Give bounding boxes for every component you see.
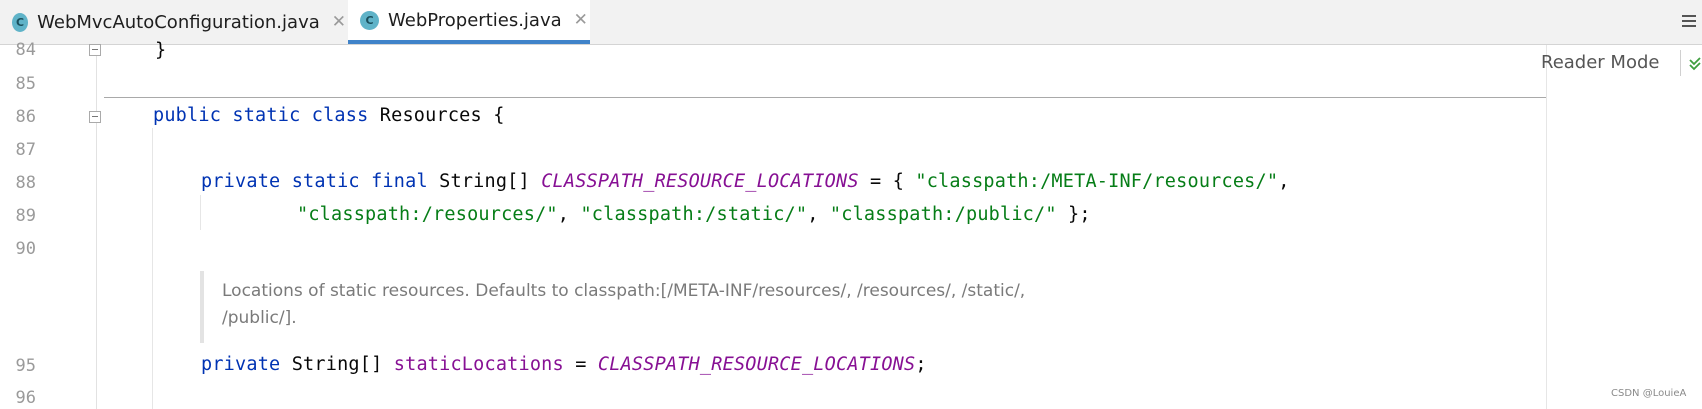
- brace: };: [1068, 204, 1091, 225]
- keyword: static: [291, 171, 360, 192]
- constant: CLASSPATH_RESOURCE_LOCATIONS: [541, 171, 859, 192]
- java-class-icon: C: [12, 12, 29, 32]
- line-number: 96: [15, 388, 36, 408]
- fold-toggle-icon[interactable]: [89, 44, 101, 56]
- tab-label: WebMvcAutoConfiguration.java: [37, 11, 320, 33]
- line-number: 95: [15, 356, 36, 376]
- method-separator: [104, 97, 1546, 98]
- tab-label: WebProperties.java: [388, 9, 562, 31]
- close-icon[interactable]: ✕: [332, 13, 346, 31]
- line-number: 90: [15, 239, 36, 259]
- code-line-95[interactable]: private String[] staticLocations = CLASS…: [201, 354, 927, 375]
- operator: = {: [870, 171, 905, 192]
- type: String[]: [291, 354, 383, 375]
- fold-toggle-icon[interactable]: [89, 111, 101, 123]
- comma: ,: [557, 204, 570, 225]
- line-number: 86: [15, 107, 36, 127]
- line-number: 87: [15, 140, 36, 160]
- keyword: private: [201, 171, 281, 192]
- reader-mode-button[interactable]: Reader Mode: [1541, 52, 1659, 73]
- class-name: Resources: [379, 105, 482, 126]
- operator: =: [575, 354, 587, 375]
- java-class-icon: C: [360, 10, 379, 30]
- check-icon[interactable]: [1688, 55, 1702, 71]
- tab-menu-icon[interactable]: [1682, 12, 1696, 30]
- string-literal: "classpath:/public/": [829, 204, 1057, 225]
- editor-gutter: [0, 45, 96, 409]
- string-literal: "classpath:/resources/": [297, 204, 558, 225]
- gutter-divider: [96, 45, 97, 409]
- keyword: static: [232, 105, 301, 126]
- line-number: 84: [15, 40, 36, 60]
- keyword: class: [311, 105, 369, 126]
- string-literal: "classpath:/static/": [580, 204, 808, 225]
- comma: ,: [807, 204, 819, 225]
- brace: {: [493, 105, 505, 126]
- constant: CLASSPATH_RESOURCE_LOCATIONS: [597, 354, 916, 375]
- brace: }: [155, 40, 167, 61]
- code-line-84[interactable]: }: [155, 40, 166, 61]
- doc-comment-line: /public/].: [222, 308, 297, 328]
- tab-webmvcautoconfiguration[interactable]: C WebMvcAutoConfiguration.java ✕: [0, 0, 346, 44]
- code-line-89[interactable]: "classpath:/resources/", "classpath:/sta…: [297, 204, 1091, 225]
- field-name: staticLocations: [393, 354, 564, 375]
- line-number: 85: [15, 74, 36, 94]
- code-line-88[interactable]: private static final String[] CLASSPATH_…: [201, 171, 1290, 192]
- keyword: final: [371, 171, 428, 192]
- editor-right-margin: [1546, 45, 1702, 409]
- divider: [1680, 50, 1681, 76]
- tab-webproperties[interactable]: C WebProperties.java ✕: [348, 0, 590, 44]
- indent-guide: [200, 195, 201, 230]
- line-number: 89: [15, 206, 36, 226]
- comma: ,: [1278, 171, 1290, 192]
- keyword: private: [201, 354, 281, 375]
- line-number: 88: [15, 173, 36, 193]
- semicolon: ;: [915, 354, 927, 375]
- code-line-86[interactable]: public static class Resources {: [153, 105, 505, 126]
- watermark: CSDN @LouieA: [1611, 388, 1687, 399]
- ide-window: C WebMvcAutoConfiguration.java ✕ C WebPr…: [0, 0, 1702, 409]
- doc-comment-line: Locations of static resources. Defaults …: [222, 281, 1026, 301]
- editor-tab-bar: C WebMvcAutoConfiguration.java ✕ C WebPr…: [0, 0, 1702, 45]
- close-icon[interactable]: ✕: [574, 11, 588, 29]
- keyword: public: [153, 105, 222, 126]
- string-literal: "classpath:/META-INF/resources/": [915, 171, 1279, 192]
- indent-guide: [152, 128, 153, 409]
- type: String[]: [439, 171, 530, 192]
